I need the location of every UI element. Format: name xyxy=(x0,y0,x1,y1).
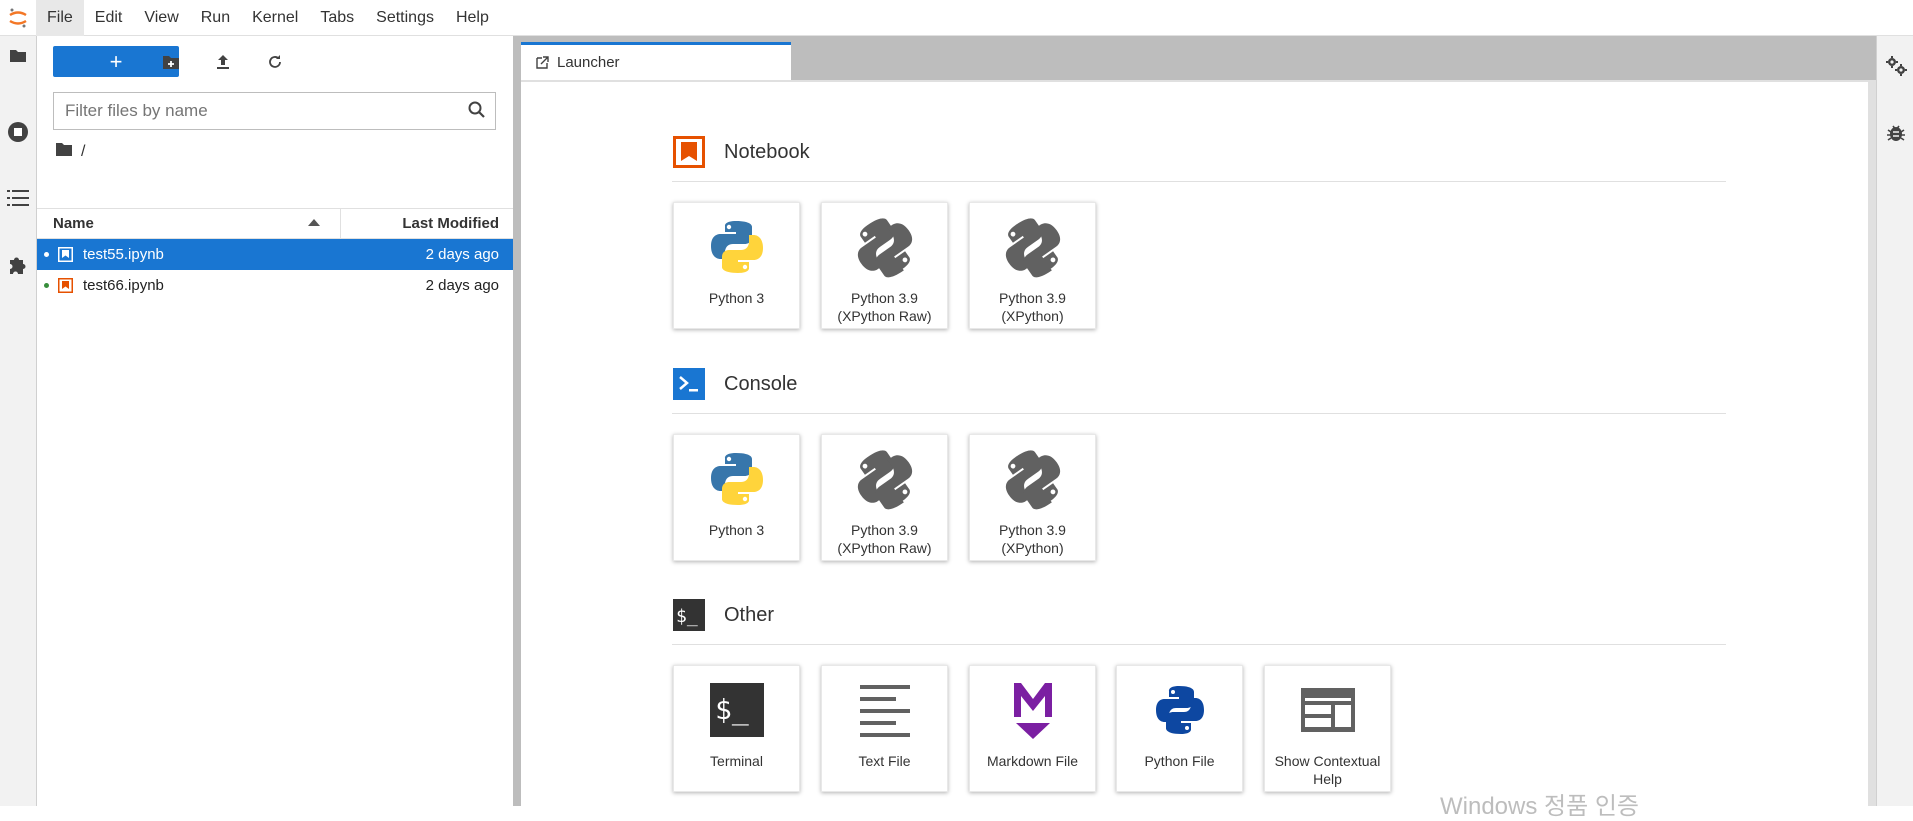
menubar: File Edit View Run Kernel Tabs Settings … xyxy=(0,0,1913,36)
card-label: Python 3.9 (XPython) xyxy=(999,290,1066,324)
xpython-icon xyxy=(853,447,917,511)
card-label: Show Contextual Help xyxy=(1274,753,1381,787)
notebook-xpython-raw-card[interactable]: Python 3.9 (XPython Raw) xyxy=(821,202,948,329)
section-divider xyxy=(672,181,1726,182)
running-indicator xyxy=(44,283,49,288)
column-divider xyxy=(340,209,341,238)
contextual-help-icon xyxy=(1296,678,1360,742)
menu-help[interactable]: Help xyxy=(445,0,500,36)
text-file-card[interactable]: Text File xyxy=(821,665,948,792)
debugger-icon[interactable] xyxy=(1886,122,1906,149)
breadcrumb: / xyxy=(55,140,85,164)
console-section-title: Console xyxy=(724,372,798,395)
console-section-header: Console xyxy=(672,367,797,401)
card-label: Markdown File xyxy=(986,753,1079,769)
card-label: Text File xyxy=(858,753,911,769)
file-browser: + / Name Last Modified test55.ipyn xyxy=(37,36,513,806)
sidebar-splitter[interactable] xyxy=(513,36,521,806)
search-icon xyxy=(467,100,489,122)
tab-label: Launcher xyxy=(557,54,620,71)
contextual-help-card[interactable]: Show Contextual Help xyxy=(1264,665,1391,792)
notebook-file-icon xyxy=(57,277,74,294)
card-label: Python 3.9 (XPython) xyxy=(999,522,1066,556)
notebook-section-title: Notebook xyxy=(724,140,810,163)
property-inspector-icon[interactable] xyxy=(1884,54,1908,83)
menu-file[interactable]: File xyxy=(36,0,84,36)
extension-manager-icon[interactable] xyxy=(4,251,32,279)
other-section-header: $_ Other xyxy=(672,598,774,632)
file-modified: 2 days ago xyxy=(425,246,499,263)
python-icon xyxy=(705,215,769,279)
launcher-tab-icon xyxy=(535,55,549,70)
last-modified-column-header[interactable]: Last Modified xyxy=(402,215,499,232)
menu-kernel[interactable]: Kernel xyxy=(241,0,309,36)
refresh-icon[interactable] xyxy=(261,48,289,76)
notebook-xpython-card[interactable]: Python 3.9 (XPython) xyxy=(969,202,1096,329)
xpython-icon xyxy=(1001,447,1065,511)
new-folder-icon[interactable] xyxy=(157,48,185,76)
file-row-test55[interactable]: test55.ipynb 2 days ago xyxy=(37,239,513,270)
menu-tabs[interactable]: Tabs xyxy=(309,0,365,36)
upload-icon[interactable] xyxy=(209,48,237,76)
notebook-file-icon xyxy=(57,246,74,263)
card-label: Python 3 xyxy=(708,522,765,538)
tab-launcher[interactable]: Launcher xyxy=(521,42,791,80)
python-file-icon xyxy=(1148,678,1212,742)
table-of-contents-icon[interactable] xyxy=(4,184,32,212)
notebook-section-header: Notebook xyxy=(672,135,810,169)
file-filter-field[interactable] xyxy=(53,92,496,130)
file-filter-input[interactable] xyxy=(54,93,454,129)
console-section-icon xyxy=(672,367,706,401)
other-section-title: Other xyxy=(724,603,775,626)
notebook-section-icon xyxy=(672,135,706,169)
file-name: test55.ipynb xyxy=(83,246,164,263)
file-modified: 2 days ago xyxy=(425,277,499,294)
name-column-header[interactable]: Name xyxy=(53,215,94,232)
terminal-icon: $_ xyxy=(705,678,769,742)
card-label: Python 3.9 (XPython Raw) xyxy=(837,290,932,324)
menu-settings[interactable]: Settings xyxy=(365,0,445,36)
menu-edit[interactable]: Edit xyxy=(84,0,134,36)
python-icon xyxy=(705,447,769,511)
sort-ascending-icon xyxy=(308,219,320,226)
left-sidebar-tabs xyxy=(0,36,37,806)
running-sessions-icon[interactable] xyxy=(4,118,32,146)
home-folder-icon[interactable] xyxy=(55,142,73,162)
file-row-test66[interactable]: test66.ipynb 2 days ago xyxy=(37,270,513,301)
menu-run[interactable]: Run xyxy=(190,0,241,36)
section-divider xyxy=(672,413,1726,414)
xpython-icon xyxy=(1001,215,1065,279)
svg-text:$_: $_ xyxy=(676,606,698,627)
right-sidebar-tabs xyxy=(1876,36,1913,806)
console-python3-card[interactable]: Python 3 xyxy=(673,434,800,561)
xpython-icon xyxy=(853,215,917,279)
file-list-header: Name Last Modified xyxy=(37,208,513,239)
windows-activation-watermark: Windows 정품 인증 xyxy=(1440,793,1640,820)
text-file-icon xyxy=(853,678,917,742)
card-label: Terminal xyxy=(710,753,763,769)
python-file-card[interactable]: Python File xyxy=(1116,665,1243,792)
card-label: Python 3 xyxy=(708,290,765,306)
file-browser-toolbar: + xyxy=(37,36,513,86)
other-section-icon: $_ xyxy=(672,598,706,632)
panel-scroll-edge xyxy=(1868,80,1876,806)
console-xpython-raw-card[interactable]: Python 3.9 (XPython Raw) xyxy=(821,434,948,561)
svg-text:$_: $_ xyxy=(715,693,749,727)
running-indicator xyxy=(44,252,49,257)
breadcrumb-root[interactable]: / xyxy=(81,143,85,161)
folder-icon[interactable] xyxy=(4,42,32,70)
notebook-python3-card[interactable]: Python 3 xyxy=(673,202,800,329)
console-xpython-card[interactable]: Python 3.9 (XPython) xyxy=(969,434,1096,561)
jupyter-logo-icon xyxy=(0,0,36,36)
markdown-file-card[interactable]: Markdown File xyxy=(969,665,1096,792)
file-name: test66.ipynb xyxy=(83,277,164,294)
main-tab-bar: Launcher xyxy=(521,36,1876,80)
card-label: Python 3.9 (XPython Raw) xyxy=(837,522,932,556)
terminal-card[interactable]: $_ Terminal xyxy=(673,665,800,792)
menu-view[interactable]: View xyxy=(133,0,189,36)
section-divider xyxy=(672,644,1726,645)
card-label: Python File xyxy=(1144,753,1215,769)
markdown-icon xyxy=(1001,678,1065,742)
